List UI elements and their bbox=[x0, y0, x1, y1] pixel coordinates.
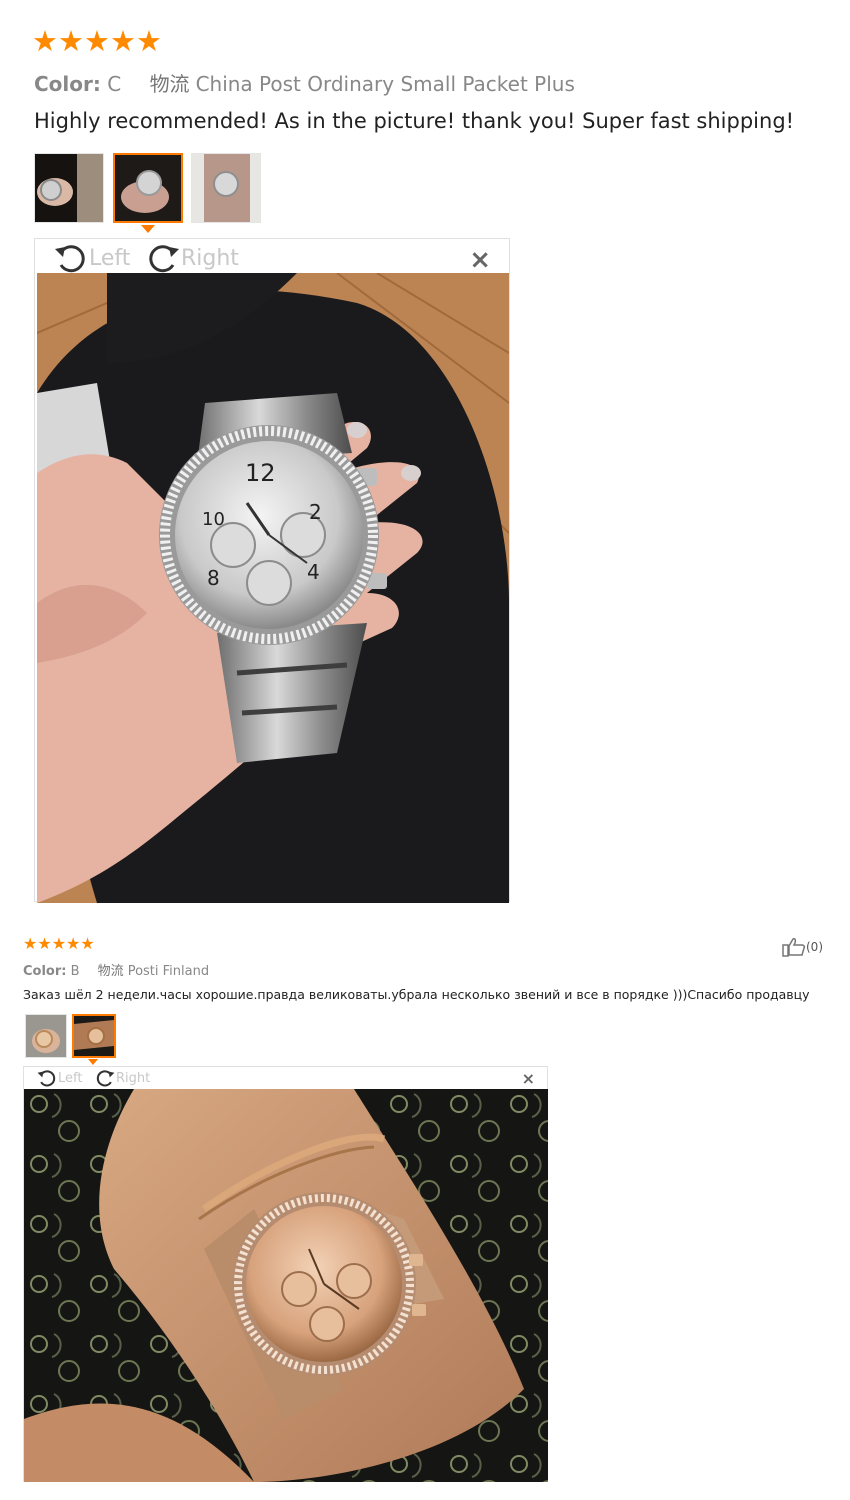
review-photo: 12 10 2 8 4 bbox=[37, 273, 509, 903]
rotate-left-icon bbox=[55, 245, 85, 273]
shipping-label: 物流 bbox=[149, 72, 190, 96]
review-thumbnail-selected[interactable] bbox=[72, 1014, 116, 1058]
review-text: Заказ шёл 2 недели.часы хорошие.правда в… bbox=[23, 987, 810, 1002]
rotate-left-label: Left bbox=[58, 1070, 83, 1086]
review-thumbnail[interactable] bbox=[34, 153, 104, 223]
review-thumbnail[interactable] bbox=[191, 153, 261, 223]
rotate-right-button[interactable]: Right bbox=[145, 241, 239, 275]
color-value: C bbox=[107, 72, 122, 96]
rotate-left-label: Left bbox=[89, 245, 131, 271]
rotate-left-button[interactable]: Left bbox=[53, 241, 130, 275]
review-thumbnail[interactable] bbox=[25, 1014, 67, 1058]
rotate-right-label: Right bbox=[181, 245, 239, 271]
watch-photo: 12 10 2 8 4 bbox=[37, 273, 509, 903]
watch-photo-thumbnail bbox=[35, 154, 103, 222]
image-viewer: Left Right × bbox=[23, 1066, 548, 1482]
dial-numeral: 10 bbox=[202, 509, 225, 530]
helpful-count: (0) bbox=[806, 940, 823, 954]
review-thumbnail-selected[interactable] bbox=[113, 153, 183, 223]
rotate-left-button[interactable]: Left bbox=[36, 1068, 82, 1088]
image-viewer: Left Right × bbox=[34, 238, 510, 903]
close-viewer-button[interactable]: × bbox=[522, 1071, 535, 1087]
dial-numeral: 4 bbox=[307, 560, 320, 584]
watch-photo-thumbnail bbox=[192, 154, 260, 222]
rotate-right-icon bbox=[149, 245, 179, 273]
color-value: B bbox=[70, 964, 80, 979]
close-viewer-button[interactable]: × bbox=[469, 247, 491, 273]
rotate-right-label: Right bbox=[116, 1070, 151, 1086]
rotate-right-icon bbox=[96, 1070, 115, 1087]
rating-stars: ★★★★★ bbox=[32, 24, 162, 58]
rotate-left-icon bbox=[37, 1070, 56, 1087]
watch-photo-thumbnail bbox=[74, 1016, 114, 1056]
selected-indicator bbox=[88, 1059, 98, 1065]
watch-photo bbox=[24, 1089, 548, 1482]
dial-numeral: 8 bbox=[207, 566, 220, 590]
dial-numeral: 2 bbox=[309, 500, 322, 524]
watch-photo-thumbnail bbox=[26, 1015, 66, 1057]
selected-indicator bbox=[141, 225, 155, 233]
dial-numeral: 12 bbox=[245, 459, 276, 487]
color-label: Color: bbox=[34, 72, 101, 96]
thumbs-up-icon bbox=[782, 938, 806, 957]
color-label: Color: bbox=[23, 964, 67, 979]
shipping-label: 物流 bbox=[97, 964, 124, 979]
rating-stars: ★★★★★ bbox=[23, 934, 95, 953]
review-meta: Color: B 物流 Posti Finland bbox=[23, 960, 209, 979]
helpful-button[interactable]: (0) bbox=[782, 937, 823, 957]
watch-photo-thumbnail bbox=[115, 155, 181, 221]
review-meta: Color: C 物流 China Post Ordinary Small Pac… bbox=[34, 68, 575, 97]
shipping-method: China Post Ordinary Small Packet Plus bbox=[195, 72, 575, 96]
review-text: Highly recommended! As in the picture! t… bbox=[34, 109, 795, 133]
shipping-method: Posti Finland bbox=[127, 964, 210, 979]
review-photo bbox=[24, 1089, 548, 1482]
rotate-right-button[interactable]: Right bbox=[94, 1068, 150, 1088]
